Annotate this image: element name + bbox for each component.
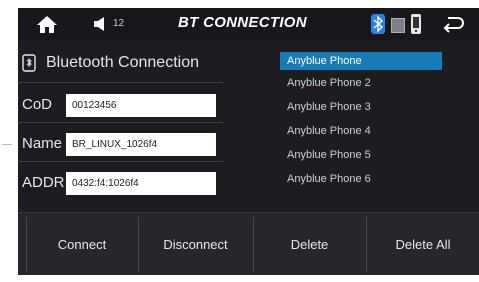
phone-status-icon [411, 14, 421, 34]
home-icon[interactable] [36, 14, 58, 34]
addr-label: ADDR [22, 174, 65, 191]
panel-header: Bluetooth Connection [18, 46, 228, 80]
back-arrow-icon[interactable] [442, 14, 466, 34]
device-name: Anyblue Phone 2 [287, 77, 371, 89]
device-name: Anyblue Phone 5 [287, 149, 371, 161]
screenshot-canvas: 12 BT CONNECTION Bluetooth Connection Co… [0, 0, 479, 282]
name-field[interactable] [66, 133, 216, 156]
head-unit-screen: 12 BT CONNECTION Bluetooth Connection Co… [18, 8, 479, 275]
paired-device-list: Anyblue Phone Anyblue Phone 2 Anyblue Ph… [280, 48, 479, 200]
list-item[interactable]: Anyblue Phone [280, 52, 442, 70]
delete-all-button[interactable]: Delete All [366, 213, 479, 275]
addr-field[interactable] [66, 172, 216, 195]
bluetooth-status-icon [371, 14, 385, 34]
device-name: Anyblue Phone [287, 55, 362, 67]
list-item[interactable]: Anyblue Phone 2 [280, 74, 442, 92]
divider [18, 82, 223, 83]
cod-field[interactable] [66, 94, 216, 117]
top-bar: 12 BT CONNECTION [18, 8, 479, 40]
divider [18, 161, 223, 162]
storage-status-icon [391, 18, 405, 33]
list-item[interactable]: Anyblue Phone 6 [280, 170, 442, 188]
device-name: Anyblue Phone 4 [287, 125, 371, 137]
speaker-icon[interactable] [92, 16, 110, 32]
panel-title: Bluetooth Connection [46, 54, 199, 71]
volume-level: 12 [113, 18, 125, 29]
connect-button[interactable]: Connect [26, 213, 138, 275]
divider [18, 122, 223, 123]
list-item[interactable]: Anyblue Phone 4 [280, 122, 442, 140]
page-title: BT CONNECTION [178, 14, 307, 31]
delete-button[interactable]: Delete [253, 213, 366, 275]
disconnect-button[interactable]: Disconnect [138, 213, 253, 275]
cod-label: CoD [22, 96, 53, 113]
device-name: Anyblue Phone 6 [287, 173, 371, 185]
connection-info-panel: Bluetooth Connection CoD Name ADDR [18, 44, 256, 208]
list-item[interactable]: Anyblue Phone 5 [280, 146, 442, 164]
list-item[interactable]: Anyblue Phone 3 [280, 98, 442, 116]
device-name: Anyblue Phone 3 [287, 101, 371, 113]
name-label: Name [22, 135, 63, 152]
phone-bluetooth-icon [22, 54, 36, 72]
outside-marker [2, 144, 12, 145]
action-bar: Connect Disconnect Delete Delete All [18, 212, 479, 275]
